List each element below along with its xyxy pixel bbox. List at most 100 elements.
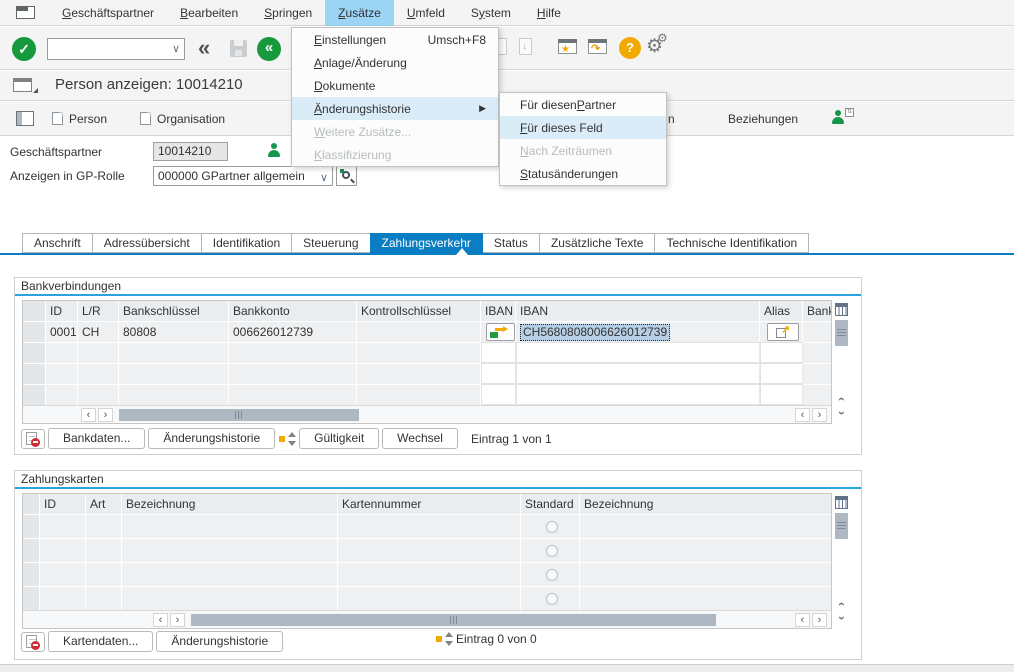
create-person-button[interactable]: Person [52,102,107,136]
expand-icon[interactable] [435,631,453,647]
row-selector-header[interactable] [23,494,40,514]
partner-field[interactable]: 10014210 [153,142,228,161]
menubar-item-umfeld[interactable]: Umfeld [394,0,458,26]
expand-icon[interactable] [278,431,296,447]
row-selector[interactable] [23,321,46,342]
submenu-item-fuer-dieses-feld[interactable]: Für dieses Feld [500,116,666,139]
table-settings-icon[interactable] [835,496,848,509]
locator-toggle-icon[interactable] [16,111,34,126]
tab-identifikation[interactable]: Identifikation [201,233,292,253]
scroll-down-icon[interactable]: › [834,611,849,625]
scroll-right-icon[interactable]: › [812,613,827,627]
menu-item-dokumente[interactable]: Dokumente [292,74,498,97]
create-organisation-button[interactable]: Organisation [140,102,225,136]
bank-table-row[interactable]: 0001 CH 80808 006626012739 CH56808080066… [23,321,831,342]
tab-zusaetzliche-texte[interactable]: Zusätzliche Texte [539,233,656,253]
scroll-left-icon[interactable]: ‹ [795,613,810,627]
vscroll-thumb[interactable] [835,513,848,539]
scroll-left-icon[interactable]: ‹ [153,613,168,627]
submenu-item-statusaenderungen[interactable]: Statusänderungen [500,162,666,185]
gueltigkeit-button[interactable]: Gültigkeit [299,428,379,449]
hscroll-thumb[interactable] [119,409,359,421]
bankdaten-button[interactable]: Bankdaten... [48,428,145,449]
shortcut-icon[interactable]: ★ [558,39,577,54]
tab-status[interactable]: Status [482,233,540,253]
cell-id[interactable]: 0001 [46,321,78,342]
menu-item-anlage-aenderung[interactable]: Anlage/Änderung [292,51,498,74]
tab-steuerung[interactable]: Steuerung [291,233,370,253]
tab-technische-identifikation[interactable]: Technische Identifikation [654,233,809,253]
col-header-bezeichnung-2[interactable]: Bezeichnung [580,494,831,514]
delete-row-button[interactable] [21,429,45,449]
scroll-right-icon[interactable]: › [170,613,185,627]
col-header-bank-clipped[interactable]: Bank [803,301,831,321]
alias-button[interactable]: ↗ [767,323,799,341]
col-header-bankschluessel[interactable]: Bankschlüssel [119,301,229,321]
col-header-bezeichnung[interactable]: Bezeichnung [122,494,338,514]
scroll-right-icon[interactable]: › [812,408,827,422]
col-header-id[interactable]: ID [46,301,78,321]
cards-table-empty-row[interactable] [23,538,831,562]
cell-iban[interactable]: CH5680808006626012739 [516,321,760,342]
cell-bankkonto[interactable]: 006626012739 [229,321,357,342]
cards-table-empty-row[interactable] [23,514,831,538]
system-menu-icon[interactable] [16,6,35,19]
row-selector-header[interactable] [23,301,46,321]
bank-table-empty-row[interactable] [23,384,831,405]
clipped-button-fragment[interactable]: n [668,102,675,136]
cards-table-empty-row[interactable] [23,562,831,586]
wechsel-button[interactable]: Wechsel [382,428,458,449]
aenderungshistorie-button[interactable]: Änderungshistorie [156,631,283,652]
bank-table-empty-row[interactable] [23,363,831,384]
cell-lr[interactable]: CH [78,321,119,342]
col-header-bankkonto[interactable]: Bankkonto [229,301,357,321]
page-down-arrow-icon[interactable]: ↓ [519,38,532,55]
standard-radio[interactable] [546,569,558,581]
bank-table-empty-row[interactable] [23,342,831,363]
cell-kontrollschluessel[interactable] [357,321,481,342]
cell-bankschluessel[interactable]: 80808 [119,321,229,342]
col-header-id[interactable]: ID [40,494,86,514]
role-check-button[interactable] [336,166,357,186]
col-header-kontrollschluessel[interactable]: Kontrollschlüssel [357,301,481,321]
back-button[interactable]: « [257,37,281,61]
help-icon[interactable]: ? [619,37,641,59]
menubar-item-system[interactable]: System [458,0,524,26]
command-field[interactable] [51,40,166,58]
cards-table-empty-row[interactable] [23,586,831,610]
tab-anschrift[interactable]: Anschrift [22,233,93,253]
kartendaten-button[interactable]: Kartendaten... [48,631,153,652]
gear-icon[interactable]: ⚙ [646,35,663,58]
submenu-item-fuer-diesen-partner[interactable]: Für diesen Partner [500,93,666,116]
scroll-right-icon[interactable]: › [98,408,113,422]
role-dropdown[interactable]: 000000 GPartner allgemein∨ [153,166,333,186]
col-header-alias[interactable]: Alias [760,301,803,321]
scroll-up-icon[interactable]: ‹ [834,597,849,611]
col-header-iban-btn[interactable]: IBAN [481,301,516,321]
chevron-down-icon[interactable]: ∨ [172,42,180,55]
menubar-item-geschaeftspartner[interactable]: Geschäftspartner [49,0,167,26]
scroll-left-icon[interactable]: ‹ [81,408,96,422]
save-icon[interactable] [230,40,247,57]
table-settings-icon[interactable] [835,303,848,316]
gui-services-icon[interactable] [13,78,32,92]
standard-radio[interactable] [546,545,558,557]
vscroll-thumb[interactable] [835,320,848,346]
col-header-standard[interactable]: Standard [521,494,580,514]
scroll-left-icon[interactable]: ‹ [795,408,810,422]
new-session-icon[interactable]: ↷ [588,39,607,54]
switch-partner-icon[interactable]: ⇅ [832,110,854,128]
iban-value-selected[interactable]: CH5680808006626012739 [520,324,670,341]
standard-radio[interactable] [546,593,558,605]
beziehungen-button[interactable]: Beziehungen [728,102,798,136]
col-header-art[interactable]: Art [86,494,122,514]
tab-adressuebersicht[interactable]: Adressübersicht [92,233,202,253]
back-chevrons-icon[interactable]: « [198,35,208,61]
cell-bank-clipped[interactable] [803,321,831,342]
menu-item-aenderungshistorie[interactable]: Änderungshistorie ▶ [292,97,498,120]
delete-row-button[interactable] [21,632,45,652]
aenderungshistorie-button[interactable]: Änderungshistorie [148,428,275,449]
scroll-up-icon[interactable]: ‹ [834,392,849,406]
col-header-iban[interactable]: IBAN [516,301,760,321]
enter-button[interactable]: ✓ [12,37,36,61]
